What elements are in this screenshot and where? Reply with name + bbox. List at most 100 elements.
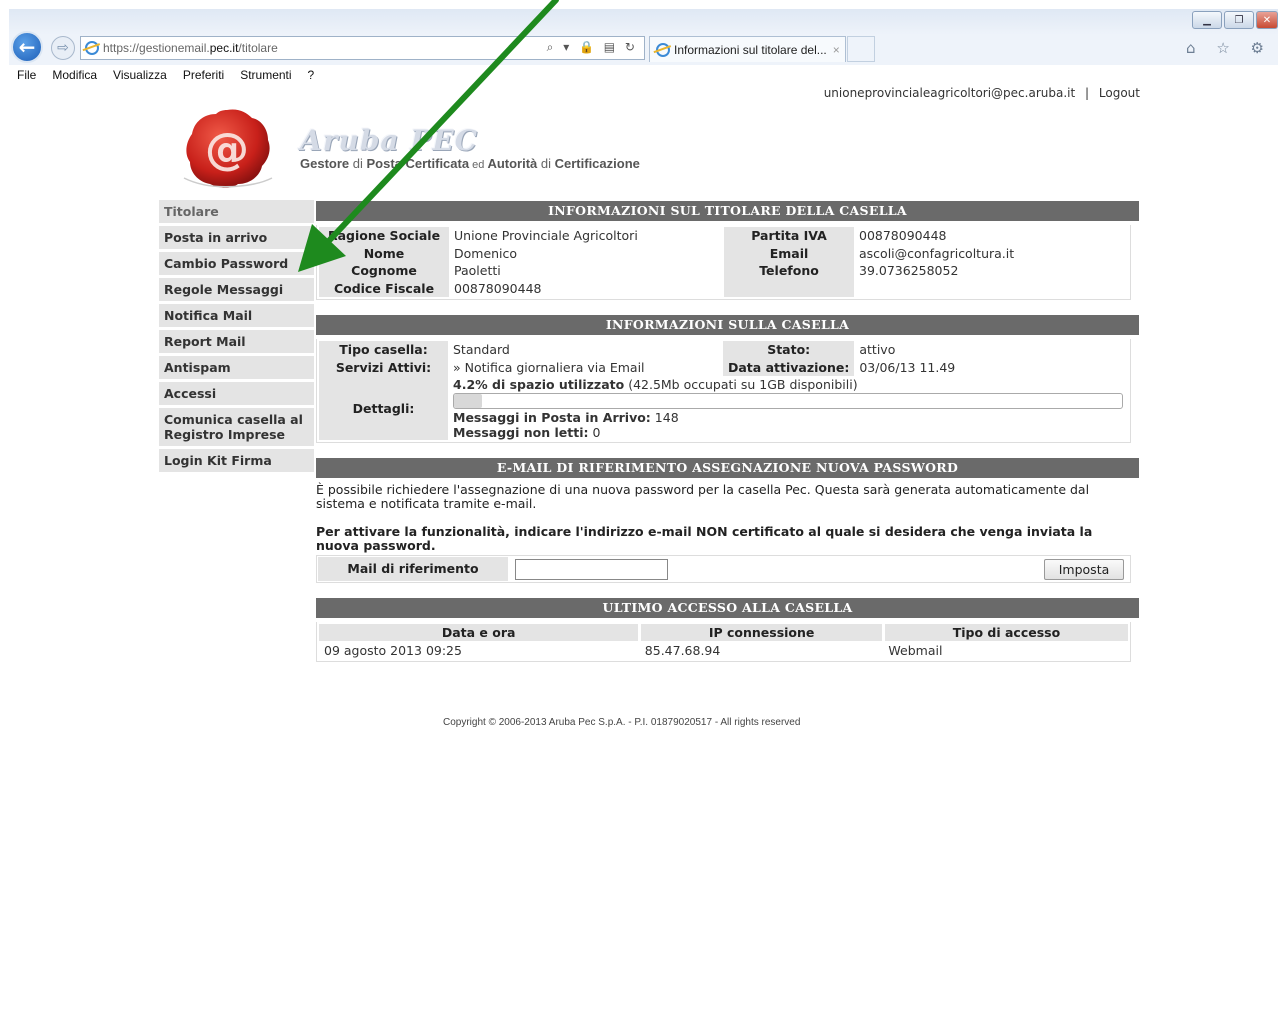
owner-info-table: Ragione Sociale Unione Provinciale Agric… [319,227,1128,297]
usage-detail: (42.5Mb occupati su 1GB disponibili) [624,377,858,392]
title-bar [9,9,1278,35]
sidebar: Titolare Posta in arrivo Cambio Password… [159,200,314,475]
sidebar-item-report-mail[interactable]: Report Mail [159,330,314,356]
mailbox-info-table: Tipo casella: Standard Stato: attivo Ser… [319,341,1128,440]
last-access-section-header: ULTIMO ACCESSO ALLA CASELLA [316,598,1139,618]
recovery-email-input[interactable] [515,558,668,580]
sidebar-item-titolare[interactable]: Titolare [159,200,314,226]
back-button[interactable]: ← [11,31,43,63]
brand-logo: Aruba PEC [300,124,478,157]
last-access-box: Data e ora IP connessione Tipo di access… [316,622,1131,662]
table-row: 09 agosto 2013 09:25 85.47.68.94 Webmail [319,641,1128,659]
menu-preferiti[interactable]: Preferiti [175,68,232,82]
unread-count-label: Messaggi non letti: [453,425,589,440]
menu-strumenti[interactable]: Strumenti [232,68,299,82]
empty-label [724,279,854,297]
cognome-label: Cognome [319,262,449,280]
ie-tab-icon [656,42,670,57]
close-window-button[interactable]: ✕ [1256,11,1278,29]
usage-bold: 4.2% di spazio utilizzato [453,377,625,392]
ragione-value: Unione Provinciale Agricoltori [454,228,638,244]
inbox-count-label: Messaggi in Posta in Arrivo: [453,410,651,425]
recovery-section-header: E-MAIL DI RIFERIMENTO ASSEGNAZIONE NUOVA… [316,458,1139,478]
copyright: Copyright © 2006-2013 Aruba Pec S.p.A. -… [443,717,801,728]
url-text: https://gestionemail.pec.it/titolare [103,41,278,55]
col-tipo-accesso: Tipo di accesso [883,624,1128,641]
inbox-count-value: 148 [650,410,679,425]
seal-logo-icon: @ [183,109,273,188]
last-access-table: Data e ora IP connessione Tipo di access… [319,624,1128,659]
menu-modifica[interactable]: Modifica [44,68,105,82]
sidebar-item-notifica-mail[interactable]: Notifica Mail [159,304,314,330]
dettagli-value: 4.2% di spazio utilizzato (42.5Mb occupa… [448,376,1128,440]
attivazione-value: 03/06/13 11.49 [859,359,956,375]
sidebar-item-antispam[interactable]: Antispam [159,356,314,382]
unread-count-value: 0 [588,425,601,440]
separator: | [1085,86,1090,100]
new-tab-button[interactable] [847,36,875,62]
tab-title: Informazioni sul titolare del... [674,42,827,57]
address-tools[interactable]: ⌕ ▾ 🔒 ▤ ↻ [547,40,638,55]
tab-active[interactable]: Informazioni sul titolare del... × [649,36,846,62]
telefono-label: Telefono [724,262,854,280]
empty-value [854,280,1128,298]
minimize-button[interactable]: ▁ [1192,11,1222,29]
mailbox-info-box: Tipo casella: Standard Stato: attivo Ser… [316,339,1131,443]
logout-link[interactable]: Logout [1099,86,1140,100]
servizi-value: » Notifica giornaliera via Email [453,359,645,375]
toolbar-icons[interactable]: ⌂ ☆ ⚙ [1186,39,1272,57]
owner-info-box: Ragione Sociale Unione Provinciale Agric… [316,225,1131,300]
mail-label: Mail di riferimento [318,557,508,581]
ragione-label: Ragione Sociale [319,227,449,245]
sidebar-item-login-kit-firma[interactable]: Login Kit Firma [159,449,314,475]
sidebar-item-regole-messaggi[interactable]: Regole Messaggi [159,278,314,304]
access-ip: 85.47.68.94 [644,642,721,658]
col-data-ora: Data e ora [319,624,642,641]
menu-visualizza[interactable]: Visualizza [105,68,175,82]
owner-section-header: INFORMAZIONI SUL TITOLARE DELLA CASELLA [316,201,1139,221]
email-value: ascoli@confagricoltura.it [859,245,1015,261]
address-bar[interactable]: https://gestionemail.pec.it/titolare ⌕ ▾… [80,36,645,60]
dettagli-label: Dettagli: [319,376,448,440]
arrow-left-icon: ← [18,35,36,59]
page: unioneprovincialeagricoltori@pec.aruba.i… [9,86,1278,1025]
forward-button[interactable]: ⇨ [51,36,75,60]
access-type: Webmail [888,642,943,658]
access-date: 09 agosto 2013 09:25 [324,642,462,658]
menu-help[interactable]: ? [300,68,323,82]
sidebar-item-accessi[interactable]: Accessi [159,382,314,408]
piva-label: Partita IVA [724,227,854,245]
usage-progress-fill [454,394,483,408]
recovery-mail-row: Mail di riferimento Imposta [316,555,1131,583]
restore-button[interactable]: ❐ [1224,11,1254,29]
email-label: Email [724,244,854,262]
menu-bar: File Modifica Visualizza Preferiti Strum… [9,65,1278,85]
tab-close-icon[interactable]: × [833,43,840,57]
window-controls: ▁ ❐ ✕ [1192,11,1278,29]
cf-label: Codice Fiscale [319,279,449,297]
nome-value: Domenico [454,245,518,261]
imposta-button[interactable]: Imposta [1044,558,1124,580]
sidebar-item-registro-imprese[interactable]: Comunica casella al Registro Imprese [159,408,314,449]
usage-progress-bar [453,393,1123,409]
browser-chrome: ▁ ❐ ✕ ← ⇨ https://gestionemail.pec.it/ti… [9,9,1278,85]
sidebar-item-cambio-password[interactable]: Cambio Password [159,252,314,278]
user-bar: unioneprovincialeagricoltori@pec.aruba.i… [824,86,1140,100]
attivazione-label: Data attivazione: [723,358,855,376]
nome-label: Nome [319,244,449,262]
menu-file[interactable]: File [9,68,44,82]
servizi-label: Servizi Attivi: [319,358,448,376]
ie-site-icon [85,41,99,55]
arrow-right-icon: ⇨ [57,40,69,56]
stato-label: Stato: [723,341,855,359]
main-content: INFORMAZIONI SUL TITOLARE DELLA CASELLA … [316,201,1139,662]
recovery-instruction: Per attivare la funzionalità, indicare l… [316,524,1093,553]
svg-text:@: @ [205,124,249,175]
mailbox-section-header: INFORMAZIONI SULLA CASELLA [316,315,1139,335]
logo-tagline: Gestore di Posta Certificata ed Autorità… [300,156,640,171]
sidebar-item-posta-in-arrivo[interactable]: Posta in arrivo [159,226,314,252]
user-email: unioneprovincialeagricoltori@pec.aruba.i… [823,86,1076,100]
cognome-value: Paoletti [454,263,501,279]
cf-value: 00878090448 [454,280,542,296]
piva-value: 00878090448 [859,228,947,244]
